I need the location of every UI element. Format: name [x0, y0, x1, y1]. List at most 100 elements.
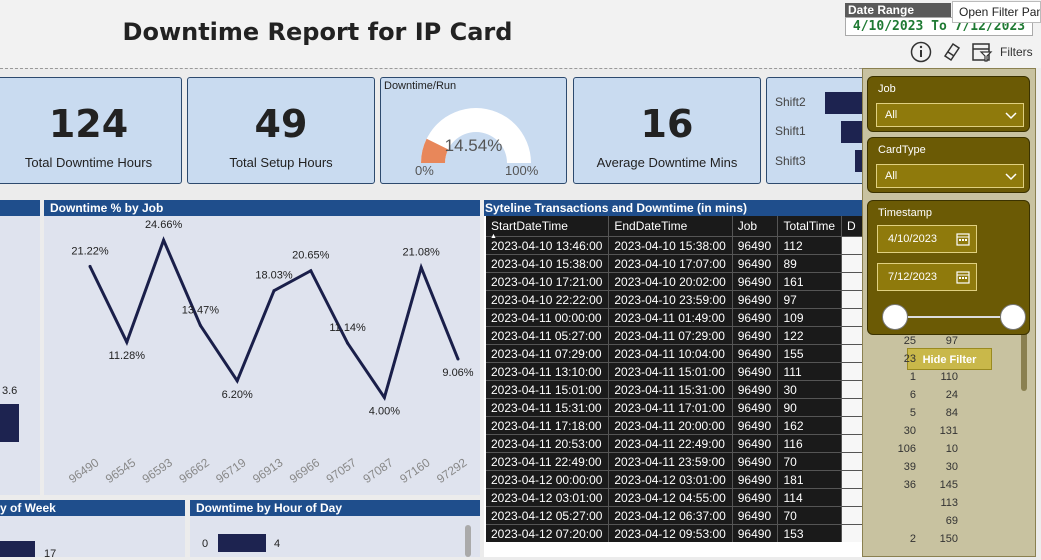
table-row[interactable]: 2023-04-11 20:53:00 2023-04-11 22:49:00 96… — [486, 434, 864, 453]
table-cell: 116 — [777, 434, 842, 453]
overflow-row: 36 145 — [874, 477, 964, 495]
bar — [0, 404, 19, 442]
table-row[interactable]: 2023-04-11 07:29:00 2023-04-11 10:04:00 96… — [486, 344, 864, 363]
axis-label: 0 — [202, 538, 209, 550]
scrollbar[interactable] — [465, 525, 471, 557]
filter-icon[interactable] — [970, 40, 994, 64]
data-point[interactable] — [235, 379, 239, 383]
kpi-total-downtime: 124 Total Downtime Hours — [0, 77, 182, 184]
x-tick-label: 97292 — [434, 455, 470, 486]
table-cell: 2023-04-11 05:27:00 — [486, 326, 610, 345]
table-cell — [841, 398, 864, 417]
table-cell — [841, 488, 864, 507]
data-point[interactable] — [125, 340, 129, 344]
data-point[interactable] — [272, 289, 276, 293]
filters-button[interactable]: Filters — [1000, 45, 1033, 59]
table-cell: 2023-04-11 22:49:00 — [608, 434, 733, 453]
data-label: 13.47% — [182, 304, 220, 316]
table-row[interactable]: 2023-04-12 07:20:00 2023-04-12 09:53:00 96… — [486, 524, 864, 542]
data-point[interactable] — [419, 265, 423, 269]
x-tick-label: 97160 — [397, 455, 433, 486]
table-cell: 2023-04-11 23:59:00 — [608, 452, 733, 471]
data-point[interactable] — [382, 396, 386, 400]
day-of-week-panel: y of Week 17 — [0, 500, 185, 560]
x-tick-label: 96719 — [213, 455, 249, 486]
table-row[interactable]: 2023-04-10 13:46:00 2023-04-10 15:38:00 96… — [486, 236, 864, 255]
table-cell: 2023-04-10 13:46:00 — [486, 236, 610, 255]
slider-track[interactable] — [894, 316, 1014, 318]
table-row[interactable]: 2023-04-10 22:22:00 2023-04-10 23:59:00 96… — [486, 290, 864, 309]
table-cell: 2023-04-11 13:10:00 — [486, 362, 610, 381]
table-row[interactable]: 2023-04-11 00:00:00 2023-04-11 01:49:00 96… — [486, 308, 864, 327]
overflow-row: 1 110 — [874, 369, 964, 387]
table-cell: 96490 — [732, 326, 779, 345]
cardtype-dropdown[interactable]: All — [876, 164, 1024, 188]
kpi-value: 124 — [48, 102, 129, 146]
syteline-table-panel: Syteline Transactions and Downtime (in m… — [484, 200, 864, 557]
calendar-icon[interactable] — [956, 270, 970, 284]
table-cell: 96490 — [732, 506, 779, 525]
table-row[interactable]: 2023-04-11 05:27:00 2023-04-11 07:29:00 96… — [486, 326, 864, 345]
table-cell — [841, 506, 864, 525]
table-cell — [841, 254, 864, 273]
column-header[interactable]: StartDateTime — [486, 216, 610, 237]
kpi-total-setup: 49 Total Setup Hours — [187, 77, 375, 184]
table-cell: 2023-04-11 17:18:00 — [486, 416, 610, 435]
table-row[interactable]: 2023-04-11 15:01:00 2023-04-11 15:31:00 96… — [486, 380, 864, 399]
data-point[interactable] — [456, 357, 460, 361]
table-cell: 111 — [777, 362, 842, 381]
slider-start-handle[interactable] — [882, 304, 908, 330]
table-cell: 2023-04-11 15:31:00 — [486, 398, 610, 417]
bar — [0, 541, 35, 557]
column-header[interactable]: EndDateTime — [608, 216, 733, 237]
data-label: 21.22% — [71, 245, 109, 257]
table-cell — [841, 362, 864, 381]
overflow-cell: 113 — [940, 497, 958, 509]
kpi-label: Average Downtime Mins — [596, 155, 738, 170]
filter-label: Timestamp — [878, 207, 932, 219]
table-row[interactable]: 2023-04-11 15:31:00 2023-04-11 17:01:00 96… — [486, 398, 864, 417]
data-point[interactable] — [309, 269, 313, 273]
table-cell: 2023-04-11 15:31:00 — [608, 380, 733, 399]
kpi-value: 49 — [254, 102, 308, 146]
start-date-input[interactable]: 4/10/2023 — [877, 225, 977, 253]
info-icon[interactable] — [909, 40, 933, 64]
downtime-by-job-panel: Downtime % by Job 21.22% 96490 11.28% 96545… — [44, 200, 480, 495]
table-cell: 2023-04-10 20:02:00 — [608, 272, 733, 291]
eraser-icon[interactable] — [939, 40, 963, 64]
table-overflow-columns: 25 97 23 1 110 6 24 5 84 30 131 106 10 39 30 36 145 113 69… — [874, 333, 964, 549]
overflow-row: 5 84 — [874, 405, 964, 423]
column-header[interactable]: Job — [732, 216, 779, 237]
calendar-icon[interactable] — [956, 232, 970, 246]
filter-card-cardtype: CardType All — [867, 137, 1030, 193]
table-row[interactable]: 2023-04-12 00:00:00 2023-04-12 03:01:00 96… — [486, 470, 864, 489]
table-cell: 114 — [777, 488, 842, 507]
column-header[interactable]: TotalTime — [777, 216, 842, 237]
table-cell: 70 — [777, 452, 842, 471]
table-cell — [841, 290, 864, 309]
table-cell — [841, 380, 864, 399]
table-row[interactable]: 2023-04-10 17:21:00 2023-04-10 20:02:00 96… — [486, 272, 864, 291]
table-row[interactable]: 2023-04-11 13:10:00 2023-04-11 15:01:00 96… — [486, 362, 864, 381]
table-row[interactable]: 2023-04-11 17:18:00 2023-04-11 20:00:00 96… — [486, 416, 864, 435]
table-row[interactable]: 2023-04-11 22:49:00 2023-04-11 23:59:00 96… — [486, 452, 864, 471]
data-point[interactable] — [162, 238, 166, 242]
table-cell: 97 — [777, 290, 842, 309]
table-row[interactable]: 2023-04-10 15:38:00 2023-04-10 17:07:00 96… — [486, 254, 864, 273]
gauge-value: 14.54% — [444, 136, 503, 155]
table-title: Syteline Transactions and Downtime (in m… — [484, 200, 864, 216]
data-point[interactable] — [88, 264, 92, 268]
table-row[interactable]: 2023-04-12 03:01:00 2023-04-12 04:55:00 96… — [486, 488, 864, 507]
data-label: 24.66% — [145, 219, 183, 231]
table-cell: 96490 — [732, 470, 779, 489]
column-header[interactable]: D — [841, 216, 864, 237]
slider-end-handle[interactable] — [1000, 304, 1026, 330]
job-dropdown[interactable]: All — [876, 103, 1024, 127]
data-point[interactable] — [346, 341, 350, 345]
table-cell: 96490 — [732, 308, 779, 327]
overflow-row: 2 150 — [874, 531, 964, 549]
sort-ascending-icon[interactable]: ▲ — [490, 233, 497, 240]
data-point[interactable] — [198, 323, 202, 327]
end-date-input[interactable]: 7/12/2023 — [877, 263, 977, 291]
table-row[interactable]: 2023-04-12 05:27:00 2023-04-12 06:37:00 96… — [486, 506, 864, 525]
